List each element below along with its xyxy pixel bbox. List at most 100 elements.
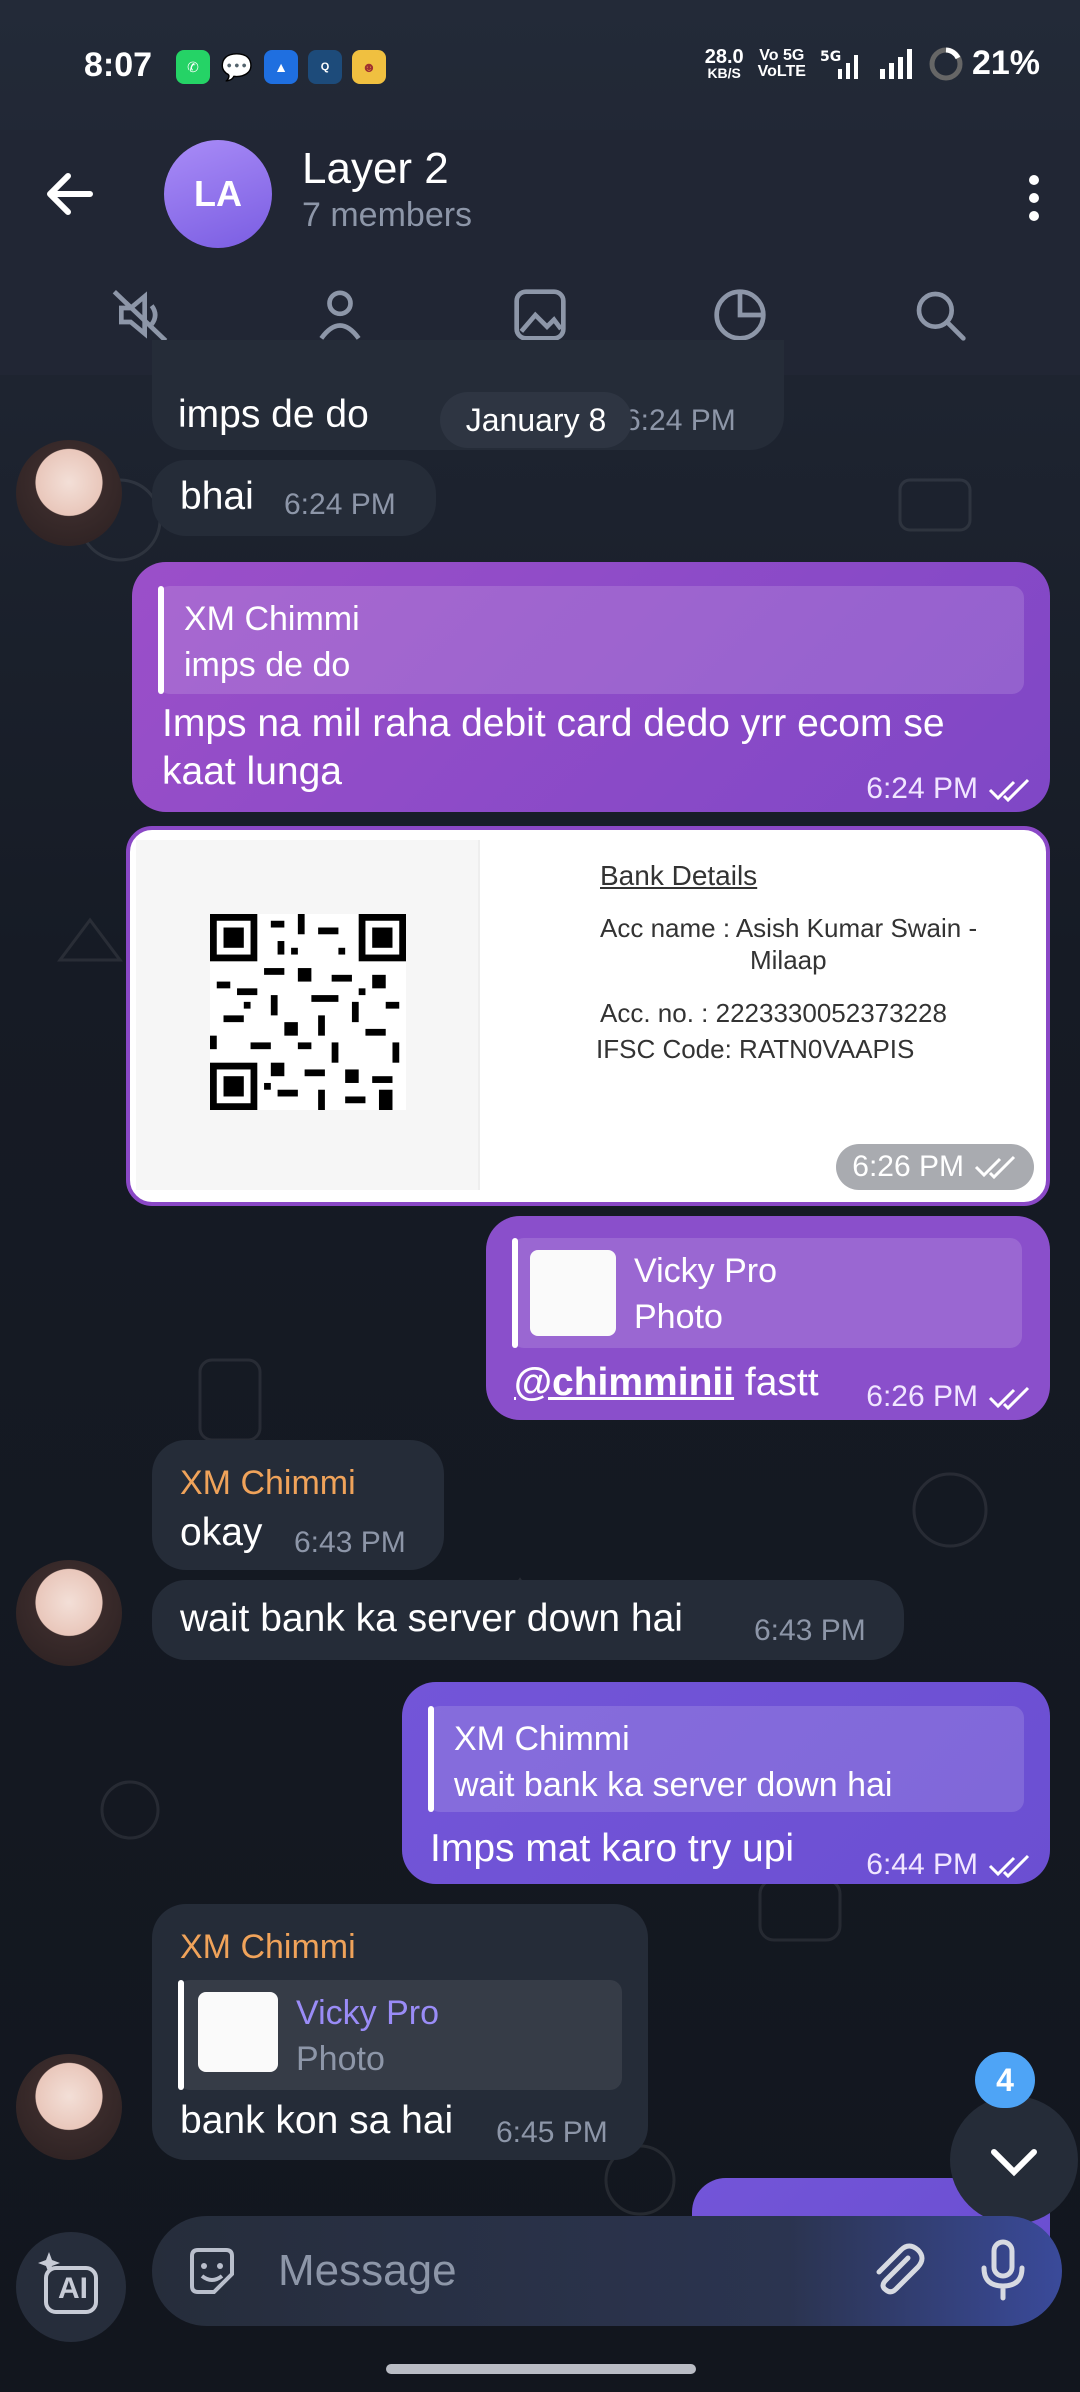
- double-check-icon: [988, 1387, 1030, 1411]
- message-text: Imps mat karo try upi: [430, 1827, 795, 1870]
- message-outgoing[interactable]: XM Chimmi imps de do Imps na mil raha de…: [132, 562, 1050, 812]
- volte-line1: Vo 5G: [759, 46, 805, 64]
- message-outgoing[interactable]: XM Chimmi wait bank ka server down hai I…: [402, 1682, 1050, 1884]
- sender-avatar[interactable]: [16, 1560, 122, 1666]
- status-time: 8:07: [84, 46, 153, 84]
- date-chip: January 8: [440, 392, 632, 448]
- double-check-icon: [988, 1855, 1030, 1879]
- message-body: fastt: [734, 1361, 819, 1404]
- reply-sender: XM Chimmi: [184, 600, 360, 638]
- chat-icon: 💬: [220, 51, 254, 82]
- battery: 21%: [928, 44, 1040, 83]
- character-icon: ☻: [352, 50, 386, 84]
- message-incoming[interactable]: wait bank ka server down hai 6:43 PM: [152, 1580, 904, 1660]
- group-title[interactable]: Layer 2: [302, 144, 449, 194]
- message-time: 6:45 PM: [496, 2116, 608, 2149]
- group-avatar[interactable]: LA: [164, 140, 272, 248]
- message-text: bhai: [180, 475, 254, 518]
- arc-icon: ▲: [264, 50, 298, 84]
- qr-code-image: [210, 914, 406, 1110]
- net-speed-value: 28.0: [704, 45, 744, 68]
- message-incoming[interactable]: bhai 6:24 PM: [152, 460, 436, 536]
- volte-line2: VoLTE: [757, 62, 806, 80]
- message-input-bar: Message: [152, 2216, 1062, 2326]
- message-time: 6:24 PM: [624, 404, 736, 437]
- reply-sender: XM Chimmi: [454, 1720, 630, 1758]
- gesture-nav-bar[interactable]: [386, 2364, 696, 2374]
- chat-header: LA Layer 2 7 members: [0, 130, 1080, 375]
- sender-avatar[interactable]: [16, 2054, 122, 2160]
- signal-icon: [879, 48, 912, 79]
- more-options-icon[interactable]: [1014, 168, 1054, 228]
- bank-ifsc: IFSC Code: RATN0VAAPIS: [596, 1034, 915, 1064]
- message-time: 6:44 PM: [866, 1840, 1032, 1890]
- message-time-text: 6:44 PM: [866, 1848, 978, 1881]
- bank-acc-no: Acc. no. : 2223330052373228: [600, 998, 947, 1028]
- message-input[interactable]: Message: [278, 2246, 457, 2296]
- message-time-text: 6:24 PM: [866, 772, 978, 805]
- volte-indicator: Vo 5G VoLTE: [757, 46, 806, 80]
- reply-thumbnail: [198, 1992, 278, 2072]
- battery-icon: [929, 47, 963, 80]
- reply-sender: Vicky Pro: [634, 1252, 777, 1290]
- reply-preview[interactable]: XM Chimmi imps de do: [158, 586, 1024, 694]
- message-time: 6:43 PM: [294, 1526, 406, 1559]
- message-outgoing[interactable]: Vicky Pro Photo @chimminii fastt 6:26 PM: [486, 1216, 1050, 1420]
- ai-button[interactable]: AI: [16, 2232, 126, 2342]
- message-text: @chimminii fastt: [514, 1358, 819, 1408]
- message-time: 6:24 PM: [866, 764, 1032, 814]
- status-bar: 8:07 ✆ 💬 ▲ Q ☻ 28.0 KB/S Vo 5G VoLTE 5G …: [0, 0, 1080, 130]
- search-icon[interactable]: [905, 280, 975, 350]
- image-time-chip: 6:26 PM: [836, 1144, 1034, 1190]
- status-right: 28.0 KB/S Vo 5G VoLTE 5G 21%: [705, 44, 1040, 83]
- reply-preview[interactable]: Vicky Pro Photo: [512, 1238, 1022, 1348]
- member-count: 7 members: [302, 196, 473, 234]
- back-arrow-icon[interactable]: [40, 164, 100, 224]
- chevron-down-icon: [991, 2149, 1037, 2177]
- reply-text: wait bank ka server down hai: [454, 1766, 893, 1804]
- notification-icons: ✆ 💬 ▲ Q ☻: [176, 50, 386, 84]
- image-message[interactable]: Bank Details Acc name : Asish Kumar Swai…: [126, 826, 1050, 1206]
- message-text: wait bank ka server down hai: [180, 1597, 683, 1640]
- message-text: okay: [180, 1511, 263, 1554]
- whatsapp-icon: ✆: [176, 50, 210, 84]
- sender-name[interactable]: XM Chimmi: [180, 1922, 356, 1972]
- reply-text: imps de do: [184, 646, 351, 684]
- reply-thumbnail: [530, 1250, 616, 1336]
- bank-details-title: Bank Details: [600, 860, 758, 891]
- sticker-icon[interactable]: [182, 2242, 242, 2302]
- message-time: 6:24 PM: [284, 488, 396, 521]
- sender-avatar[interactable]: [16, 440, 122, 546]
- acc-name-line: Acc name : Asish Kumar Swain -: [600, 913, 978, 943]
- acc-name-line2: Milaap: [750, 945, 827, 975]
- net-speed-unit: KB/S: [707, 64, 741, 81]
- mention-link[interactable]: @chimminii: [514, 1361, 734, 1404]
- 5g-signal-icon: 5G: [820, 49, 858, 79]
- attach-icon[interactable]: [864, 2238, 930, 2304]
- message-time: 6:26 PM: [866, 1372, 1032, 1422]
- scroll-down-button[interactable]: [950, 2096, 1078, 2224]
- qube-icon: Q: [308, 50, 342, 84]
- ai-label: AI: [58, 2272, 88, 2305]
- message-text: imps de do: [178, 393, 369, 436]
- message-text: bank kon sa hai: [180, 2099, 454, 2142]
- bank-acc-name: Acc name : Asish Kumar Swain - Milaap: [600, 912, 977, 976]
- message-time: 6:26 PM: [852, 1150, 964, 1183]
- net-speed: 28.0 KB/S: [704, 45, 744, 81]
- message-incoming[interactable]: XM Chimmi okay 6:43 PM: [152, 1440, 444, 1570]
- microphone-icon[interactable]: [968, 2236, 1038, 2306]
- reply-text: Photo: [296, 2040, 385, 2078]
- message-time: 6:43 PM: [754, 1614, 866, 1647]
- message-time-text: 6:26 PM: [866, 1380, 978, 1413]
- double-check-icon: [988, 779, 1030, 803]
- sender-name[interactable]: XM Chimmi: [180, 1458, 356, 1508]
- svg-text:5G: 5G: [820, 49, 841, 65]
- battery-percent: 21%: [971, 44, 1040, 82]
- unread-badge: 4: [975, 2052, 1035, 2108]
- reply-text: Photo: [634, 1298, 723, 1336]
- reply-sender: Vicky Pro: [296, 1994, 439, 2032]
- double-check-icon: [974, 1155, 1016, 1179]
- reply-preview[interactable]: XM Chimmi wait bank ka server down hai: [428, 1706, 1024, 1812]
- reply-preview[interactable]: Vicky Pro Photo: [178, 1980, 622, 2090]
- message-incoming[interactable]: XM Chimmi Vicky Pro Photo bank kon sa ha…: [152, 1904, 648, 2160]
